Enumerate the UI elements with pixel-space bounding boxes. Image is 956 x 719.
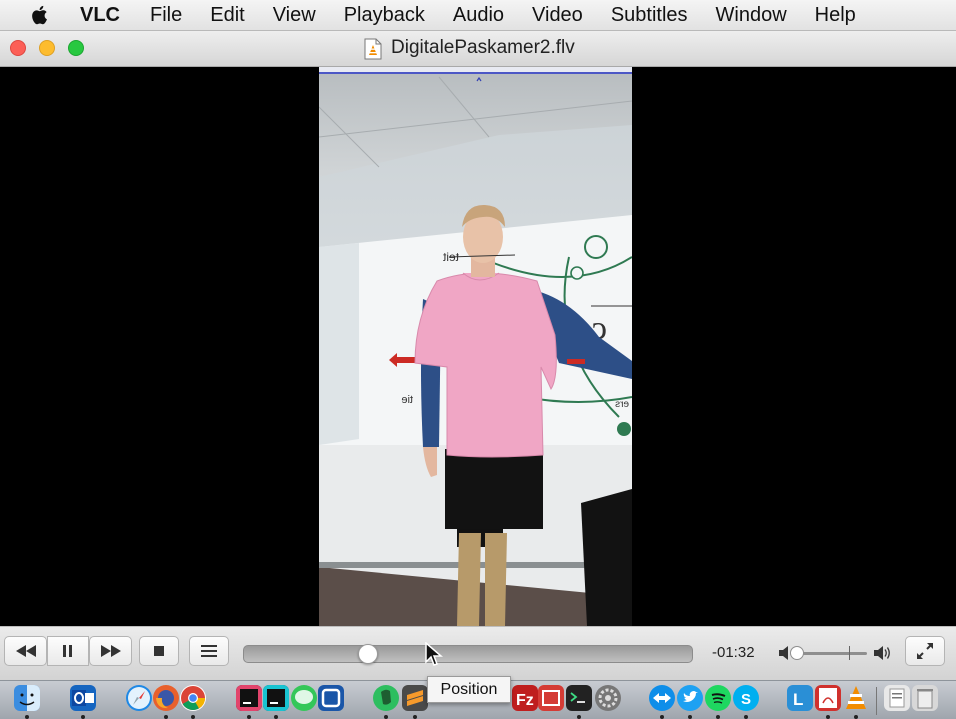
volume-tick [849,646,850,660]
finder-icon[interactable] [14,685,40,711]
running-indicator [688,715,692,719]
menu-playback[interactable]: Playback [344,4,425,27]
vlc-icon[interactable] [843,685,869,711]
svg-text:tie: tie [401,394,413,406]
evernote-icon[interactable] [373,685,399,711]
acrobat-icon[interactable] [815,685,841,711]
menu-window[interactable]: Window [716,4,787,27]
volume-slider[interactable] [793,652,867,655]
playback-controller: -01:32 [0,626,956,680]
time-remaining[interactable]: -01:32 [712,644,755,661]
vlc-file-icon [364,38,382,60]
fullscreen-icon [916,642,934,660]
svg-text:ers: ers [615,399,629,410]
fast-forward-button[interactable] [89,636,132,666]
menu-file[interactable]: File [150,4,182,27]
filezilla-icon[interactable]: Fz [512,685,538,711]
chrome-icon[interactable] [180,685,206,711]
menu-subtitles[interactable]: Subtitles [611,4,688,27]
menu-app-name[interactable]: VLC [80,4,120,27]
menu-video[interactable]: Video [532,4,583,27]
menu-bar: VLC File Edit View Playback Audio Video … [0,0,956,31]
menu-audio[interactable]: Audio [453,4,504,27]
messages-icon[interactable] [291,685,317,711]
playlist-button[interactable] [189,636,229,666]
fast-forward-icon [100,645,122,657]
dock-separator [876,687,877,715]
sublime-icon[interactable] [402,685,428,711]
position-tooltip: Position [427,676,511,703]
close-window-button[interactable] [10,40,26,56]
running-indicator [413,715,417,719]
volume-high-icon [874,645,892,666]
playlist-icon [201,645,217,657]
stop-icon [153,645,165,657]
safari-icon[interactable] [126,685,152,711]
svg-text:S: S [741,691,751,708]
svg-text:L: L [793,690,803,709]
running-indicator [81,715,85,719]
running-indicator [25,715,29,719]
twitter-icon[interactable] [677,685,703,711]
menu-help[interactable]: Help [815,4,856,27]
menu-view[interactable]: View [273,4,316,27]
lync-icon[interactable]: L [787,685,813,711]
documents-icon[interactable] [884,685,910,711]
firefox-icon[interactable] [153,685,179,711]
window-title: DigitalePaskamer2.flv [391,37,575,58]
menu-edit[interactable]: Edit [210,4,244,27]
running-indicator [854,715,858,719]
terminal-icon[interactable] [566,685,592,711]
running-indicator [716,715,720,719]
pause-icon [62,645,74,657]
seek-bar[interactable] [243,645,693,663]
sourcetree-icon[interactable] [318,685,344,711]
zoom-window-button[interactable] [68,40,84,56]
running-indicator [577,715,581,719]
volume-low-icon [779,646,791,665]
system-preferences-icon[interactable] [595,685,621,711]
outlook-icon[interactable] [70,685,96,711]
fullscreen-button[interactable] [905,636,945,666]
running-indicator [826,715,830,719]
trash-icon[interactable] [912,685,938,711]
volume-knob[interactable] [790,646,804,660]
running-indicator [384,715,388,719]
rewind-icon [15,645,37,657]
minimize-window-button[interactable] [39,40,55,56]
intellij-icon[interactable] [236,685,262,711]
seek-knob[interactable] [358,644,378,664]
running-indicator [744,715,748,719]
pause-button[interactable] [47,636,89,666]
apple-logo-icon[interactable] [28,4,50,26]
video-area[interactable]: ce teit tie ers [0,67,956,626]
teamviewer-icon[interactable] [649,685,675,711]
running-indicator [191,715,195,719]
window-title-bar[interactable]: DigitalePaskamer2.flv [0,31,956,67]
running-indicator [274,715,278,719]
video-frame: ce teit tie ers [319,67,632,626]
rewind-button[interactable] [4,636,47,666]
running-indicator [164,715,168,719]
stop-button[interactable] [139,636,179,666]
app-red-icon[interactable] [538,685,564,711]
mouse-cursor-icon [425,641,444,673]
running-indicator [247,715,251,719]
svg-text:Fz: Fz [516,692,534,709]
spotify-icon[interactable] [705,685,731,711]
skype-icon[interactable]: S [733,685,759,711]
webstorm-icon[interactable] [263,685,289,711]
running-indicator [660,715,664,719]
